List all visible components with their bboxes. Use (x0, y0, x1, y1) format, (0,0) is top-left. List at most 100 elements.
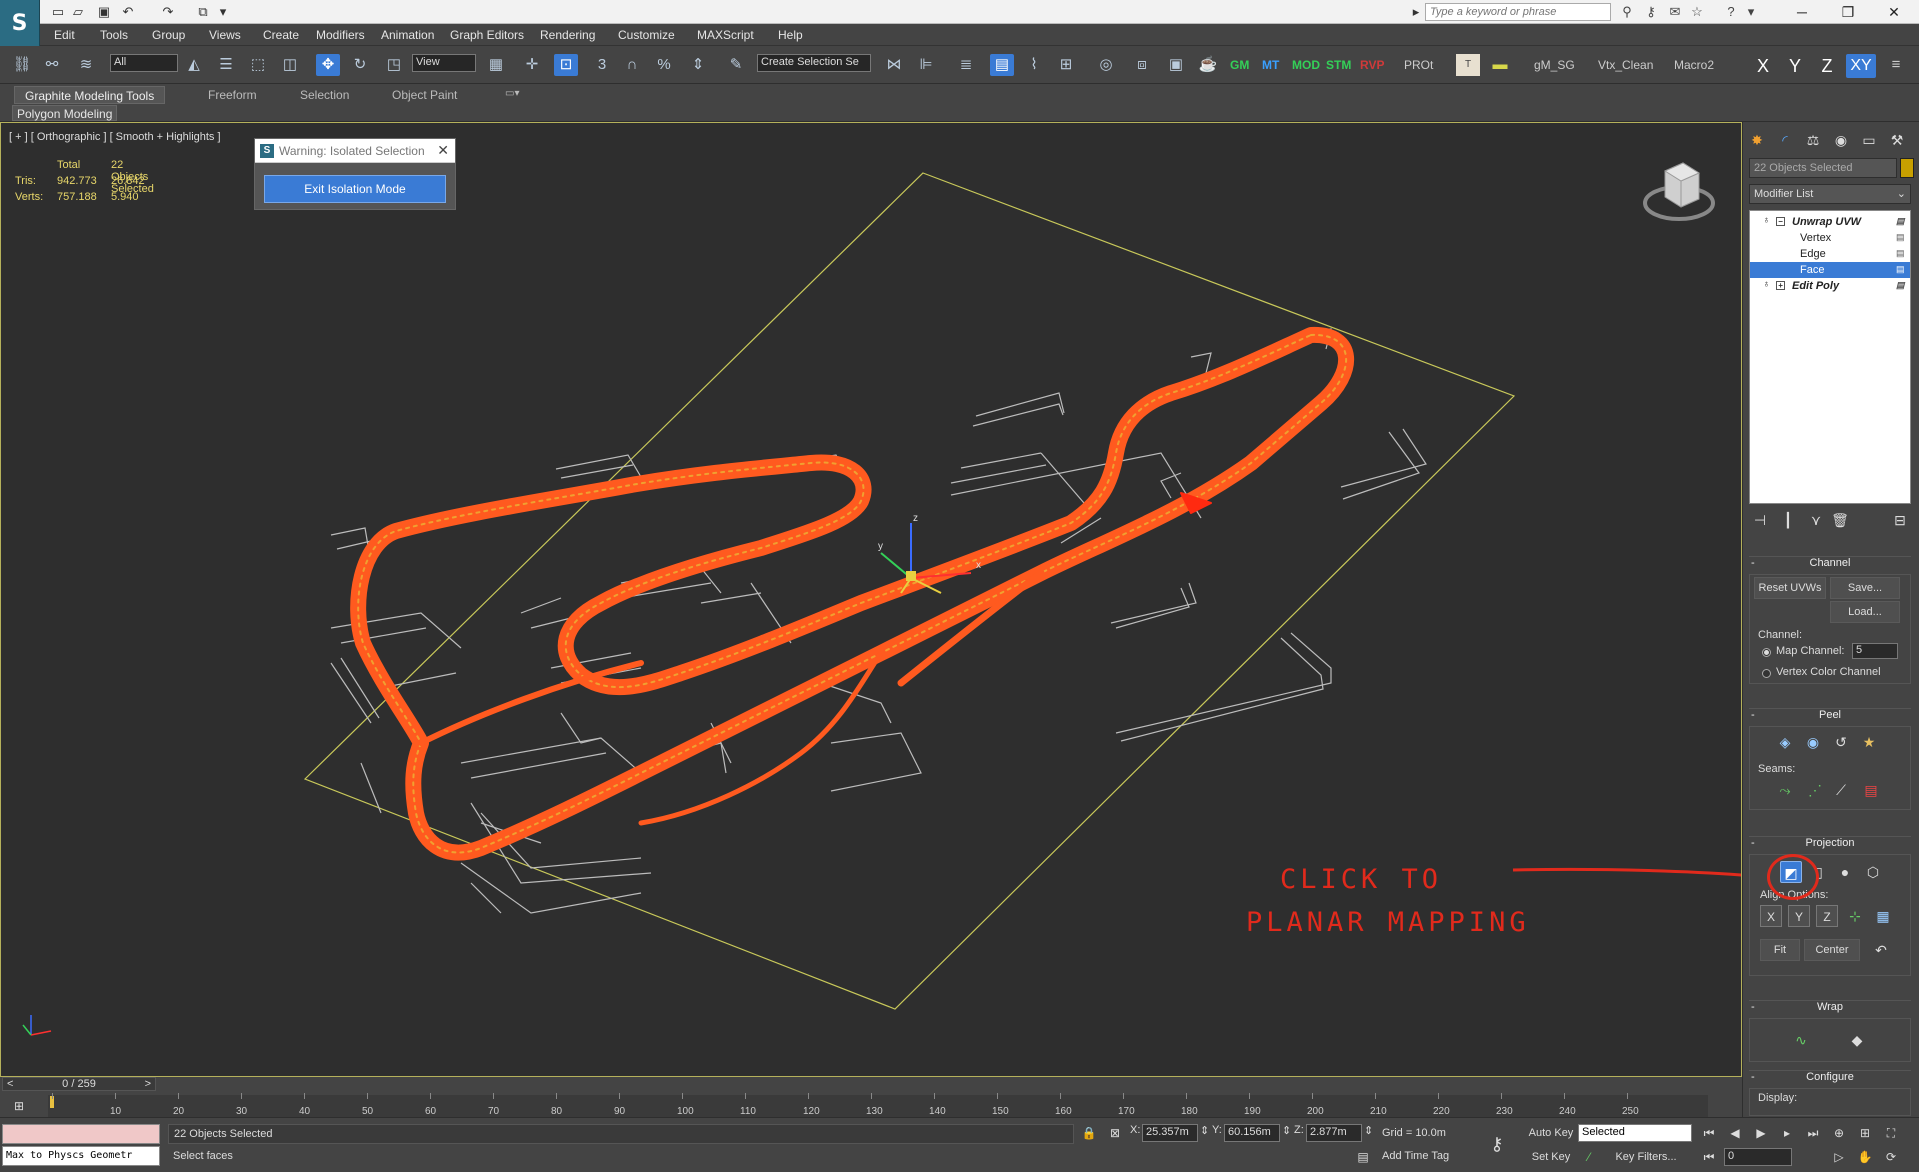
search-input[interactable] (1425, 3, 1611, 21)
field-of-view-icon[interactable]: ▷ (1830, 1148, 1848, 1166)
align-to-view-icon[interactable]: ▦ (1872, 905, 1894, 927)
axis-y-button[interactable]: Y (1782, 54, 1808, 78)
save-icon[interactable]: ▣ (96, 4, 112, 20)
ribbon-options-icon[interactable]: ▭▾ (495, 86, 529, 104)
render-setup-icon[interactable]: ⧈ (1130, 54, 1154, 76)
pin-stack-icon[interactable]: ⊣ (1749, 509, 1771, 531)
prot-script-button[interactable]: PROt (1404, 58, 1433, 72)
play-icon[interactable]: ▶ (1752, 1124, 1770, 1142)
percent-snap-icon[interactable]: % (652, 54, 676, 76)
y-spinner-icon[interactable]: ⇕ (1282, 1124, 1291, 1142)
key-filters-button[interactable]: Key Filters... (1610, 1148, 1682, 1166)
set-key-curve-icon[interactable]: ⁄ (1580, 1148, 1598, 1166)
zoom-all-icon[interactable]: ⊞ (1856, 1124, 1874, 1142)
orbit-icon[interactable]: ⟳ (1882, 1148, 1900, 1166)
expand-seams-icon[interactable]: ⟋ (1830, 779, 1852, 801)
gm-sg-script-button[interactable]: gM_SG (1534, 58, 1575, 72)
stack-item-edge[interactable]: Edge ▤ (1750, 246, 1910, 262)
hierarchy-tab-icon[interactable]: ⚖ (1803, 130, 1823, 150)
redo-icon[interactable]: ↷ (160, 4, 176, 20)
remove-modifier-icon[interactable]: 🗑 (1829, 509, 1851, 531)
quick-access-dropdown-icon[interactable]: ▾ (215, 4, 231, 20)
rvp-script-button[interactable]: RVP (1360, 58, 1384, 72)
keyboard-shortcut-override-icon[interactable]: ⊡ (554, 54, 578, 76)
menu-views[interactable]: Views (209, 28, 241, 42)
axis-xy-button[interactable]: XY (1846, 54, 1876, 78)
point-to-point-seams-icon[interactable]: ⋰ (1804, 779, 1826, 801)
key-mode-dropdown[interactable]: Selected (1578, 1124, 1692, 1142)
show-end-result-icon[interactable]: ┃ (1777, 509, 1799, 531)
menu-animation[interactable]: Animation (381, 28, 434, 42)
time-slider[interactable]: < 0 / 259 > (2, 1077, 156, 1091)
previous-frame-icon[interactable]: ◀ (1726, 1124, 1744, 1142)
rollout-peel-header[interactable]: - Peel (1749, 708, 1911, 724)
render-teapot-icon[interactable]: ☕ (1196, 54, 1220, 76)
new-file-icon[interactable]: ▭ (50, 4, 66, 20)
expand-icon[interactable]: + (1776, 281, 1785, 290)
select-manipulate-icon[interactable]: ✛ (520, 54, 544, 76)
lightbulb-icon[interactable]: ♁ (1762, 280, 1772, 290)
favorites-icon[interactable]: ☆ (1688, 3, 1706, 21)
chevron-left-icon[interactable]: < (7, 1078, 13, 1090)
maxscript-listener-input[interactable] (2, 1124, 160, 1144)
auto-key-button[interactable]: Auto Key (1526, 1124, 1576, 1142)
align-z-button[interactable]: Z (1816, 905, 1838, 927)
modifier-list-dropdown[interactable]: Modifier List ⌄ (1749, 184, 1911, 204)
display-tab-icon[interactable]: ▭ (1859, 130, 1879, 150)
menu-graph-editors[interactable]: Graph Editors (450, 28, 524, 42)
vertex-color-radio[interactable] (1762, 669, 1771, 678)
schematic-view-icon[interactable]: ⊞ (1054, 54, 1078, 76)
menu-customize[interactable]: Customize (618, 28, 675, 42)
close-window-button[interactable]: ✕ (1872, 0, 1916, 24)
mirror-icon[interactable]: ⋈ (882, 54, 906, 76)
axis-x-button[interactable]: X (1750, 54, 1776, 78)
selection-filter-dropdown[interactable]: All (110, 54, 178, 72)
utilities-tab-icon[interactable]: ⚒ (1887, 130, 1907, 150)
tab-polygon-modeling[interactable]: Polygon Modeling (12, 105, 118, 121)
spline-map-icon[interactable]: ∿ (1790, 1029, 1812, 1051)
save-uvws-button[interactable]: Save... (1830, 577, 1900, 599)
best-align-icon[interactable]: ⊹ (1844, 905, 1866, 927)
project-folder-icon[interactable]: ⧉ (195, 4, 211, 20)
exit-isolation-button[interactable]: Exit Isolation Mode (264, 175, 446, 203)
object-name-field[interactable]: 22 Objects Selected (1749, 158, 1897, 178)
reset-uvws-button[interactable]: Reset UVWs (1754, 577, 1826, 599)
axis-z-button[interactable]: Z (1814, 54, 1840, 78)
app-logo[interactable]: S (0, 0, 40, 46)
absolute-mode-icon[interactable]: ⊠ (1106, 1124, 1124, 1142)
named-selection-dropdown[interactable]: Create Selection Se (757, 54, 871, 72)
key-mode-toggle-icon[interactable]: ⏮ (1700, 1148, 1718, 1166)
reset-projection-icon[interactable]: ↶ (1870, 939, 1892, 961)
curve-editor-icon[interactable]: ⌇ (1022, 54, 1046, 76)
lightbulb-icon[interactable]: ♁ (1762, 216, 1772, 226)
bind-space-warp-icon[interactable]: ≋ (74, 54, 98, 76)
center-button[interactable]: Center (1804, 939, 1860, 961)
gm-script-button[interactable]: GM (1230, 58, 1249, 72)
x-spinner-icon[interactable]: ⇕ (1200, 1124, 1209, 1142)
peel-mode-icon[interactable]: ◉ (1802, 731, 1824, 753)
menu-tools[interactable]: Tools (100, 28, 128, 42)
vtx-clean-script-button[interactable]: Vtx_Clean (1598, 58, 1653, 72)
key-icon[interactable]: ⚷ (1488, 1135, 1506, 1153)
stack-item-edit-poly[interactable]: ♁ + Edit Poly ▤ (1750, 278, 1910, 294)
align-y-button[interactable]: Y (1788, 905, 1810, 927)
maxscript-listener-output[interactable]: Max to Physcs Geometr (2, 1146, 160, 1166)
add-time-tag-label[interactable]: Add Time Tag (1382, 1150, 1449, 1168)
menu-maxscript[interactable]: MAXScript (697, 28, 754, 42)
material-editor-icon[interactable]: ◎ (1094, 54, 1118, 76)
box-map-icon[interactable]: ⬡ (1862, 861, 1884, 883)
menu-modifiers[interactable]: Modifiers (316, 28, 365, 42)
rollout-projection-header[interactable]: - Projection (1749, 836, 1911, 852)
convert-seams-icon[interactable]: ▤ (1860, 779, 1882, 801)
stack-item-vertex[interactable]: Vertex ▤ (1750, 230, 1910, 246)
pivot-center-icon[interactable]: ▦ (484, 54, 508, 76)
object-color-swatch[interactable] (1900, 158, 1914, 178)
help-icon[interactable]: ? (1722, 3, 1740, 21)
align-icon[interactable]: ⊫ (914, 54, 938, 76)
window-crossing-icon[interactable]: ◫ (278, 54, 302, 76)
tab-graphite-modeling-tools[interactable]: Graphite Modeling Tools (14, 86, 166, 104)
tab-freeform[interactable]: Freeform (198, 86, 267, 104)
modify-tab-icon[interactable]: ◜ (1775, 130, 1795, 150)
communication-icon[interactable]: ✉ (1666, 3, 1684, 21)
zoom-extents-icon[interactable]: ⛶ (1882, 1124, 1900, 1142)
